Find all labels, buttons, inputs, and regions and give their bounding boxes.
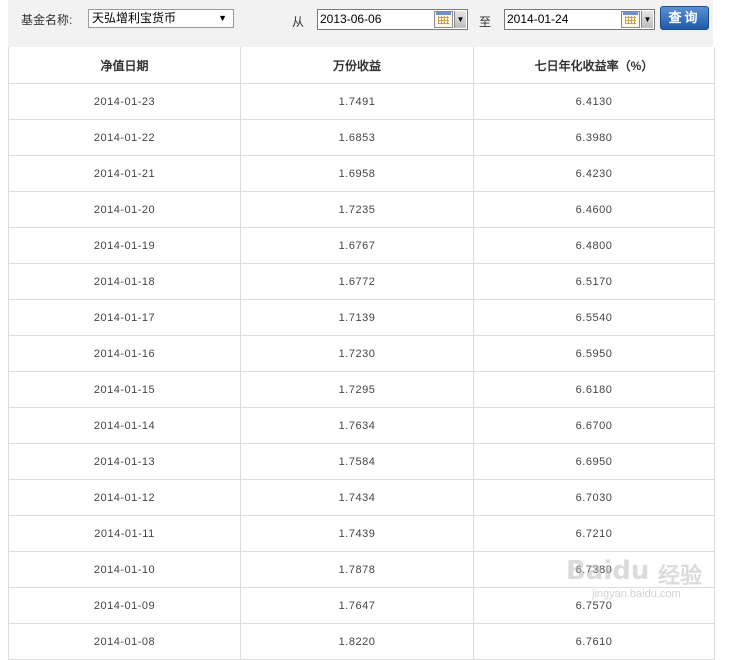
to-label: 至 (479, 15, 492, 29)
cell-date: 2014-01-20 (8, 191, 241, 228)
cell-7day-yield: 6.6180 (473, 371, 715, 408)
table-row: 2014-01-19 1.6767 6.4800 (8, 227, 715, 264)
cell-7day-yield: 6.4130 (473, 83, 715, 120)
from-label: 从 (292, 15, 305, 29)
table-row: 2014-01-08 1.8220 6.7610 (8, 623, 715, 660)
cell-per-10k-income: 1.7878 (240, 551, 474, 588)
cell-per-10k-income: 1.7235 (240, 191, 474, 228)
cell-7day-yield: 6.5950 (473, 335, 715, 372)
filter-bar: 基金名称: 天弘增利宝货币 ▼ 从 2013-06-06 ▼ 至 2014-01… (8, 0, 713, 48)
cell-date: 2014-01-19 (8, 227, 241, 264)
header-7day-yield: 七日年化收益率（%） (473, 47, 715, 84)
fund-select[interactable]: 天弘增利宝货币 ▼ (88, 9, 234, 28)
cell-per-10k-income: 1.7647 (240, 587, 474, 624)
cell-7day-yield: 6.7570 (473, 587, 715, 624)
cell-7day-yield: 6.7030 (473, 479, 715, 516)
calendar-icon[interactable] (621, 11, 640, 28)
cell-per-10k-income: 1.6767 (240, 227, 474, 264)
from-date-value: 2013-06-06 (320, 12, 382, 26)
cell-date: 2014-01-18 (8, 263, 241, 300)
table-row: 2014-01-09 1.7647 6.7570 (8, 587, 715, 624)
cell-per-10k-income: 1.8220 (240, 623, 474, 660)
cell-per-10k-income: 1.7439 (240, 515, 474, 552)
cell-date: 2014-01-23 (8, 83, 241, 120)
cell-per-10k-income: 1.6772 (240, 263, 474, 300)
cell-per-10k-income: 1.7295 (240, 371, 474, 408)
chevron-down-icon[interactable]: ▼ (641, 11, 653, 28)
table-row: 2014-01-10 1.7878 6.7380 (8, 551, 715, 588)
cell-per-10k-income: 1.7634 (240, 407, 474, 444)
cell-date: 2014-01-22 (8, 119, 241, 156)
cell-date: 2014-01-11 (8, 515, 241, 552)
header-per-10k-income: 万份收益 (240, 47, 474, 84)
cell-7day-yield: 6.4800 (473, 227, 715, 264)
cell-date: 2014-01-10 (8, 551, 241, 588)
table-row: 2014-01-17 1.7139 6.5540 (8, 299, 715, 336)
cell-date: 2014-01-16 (8, 335, 241, 372)
cell-date: 2014-01-21 (8, 155, 241, 192)
chevron-down-icon[interactable]: ▼ (454, 11, 466, 28)
cell-per-10k-income: 1.7584 (240, 443, 474, 480)
cell-7day-yield: 6.4230 (473, 155, 715, 192)
cell-date: 2014-01-14 (8, 407, 241, 444)
cell-per-10k-income: 1.7434 (240, 479, 474, 516)
fund-select-value: 天弘增利宝货币 (92, 11, 177, 25)
dropdown-arrow-icon: ▼ (218, 13, 227, 23)
table-row: 2014-01-12 1.7434 6.7030 (8, 479, 715, 516)
table-row: 2014-01-11 1.7439 6.7210 (8, 515, 715, 552)
table-row: 2014-01-21 1.6958 6.4230 (8, 155, 715, 192)
table-row: 2014-01-18 1.6772 6.5170 (8, 263, 715, 300)
cell-date: 2014-01-12 (8, 479, 241, 516)
cell-date: 2014-01-09 (8, 587, 241, 624)
cell-date: 2014-01-13 (8, 443, 241, 480)
table-row: 2014-01-20 1.7235 6.4600 (8, 191, 715, 228)
cell-per-10k-income: 1.6958 (240, 155, 474, 192)
table-row: 2014-01-15 1.7295 6.6180 (8, 371, 715, 408)
cell-per-10k-income: 1.7230 (240, 335, 474, 372)
query-button[interactable]: 查询 (660, 6, 709, 30)
cell-7day-yield: 6.4600 (473, 191, 715, 228)
cell-date: 2014-01-15 (8, 371, 241, 408)
cell-7day-yield: 6.6700 (473, 407, 715, 444)
table-row: 2014-01-13 1.7584 6.6950 (8, 443, 715, 480)
table-row: 2014-01-16 1.7230 6.5950 (8, 335, 715, 372)
cell-date: 2014-01-08 (8, 623, 241, 660)
table-row: 2014-01-14 1.7634 6.6700 (8, 407, 715, 444)
cell-per-10k-income: 1.7491 (240, 83, 474, 120)
cell-7day-yield: 6.7610 (473, 623, 715, 660)
cell-7day-yield: 6.3980 (473, 119, 715, 156)
cell-per-10k-income: 1.6853 (240, 119, 474, 156)
calendar-icon[interactable] (434, 11, 453, 28)
cell-7day-yield: 6.7210 (473, 515, 715, 552)
nav-table: 净值日期 万份收益 七日年化收益率（%） 2014-01-23 1.7491 6.4… (8, 47, 715, 660)
cell-7day-yield: 6.6950 (473, 443, 715, 480)
table-header-row: 净值日期 万份收益 七日年化收益率（%） (8, 47, 715, 84)
fund-name-label: 基金名称: (21, 13, 73, 27)
from-date-input[interactable]: 2013-06-06 ▼ (317, 9, 468, 30)
cell-per-10k-income: 1.7139 (240, 299, 474, 336)
to-date-input[interactable]: 2014-01-24 ▼ (504, 9, 655, 30)
cell-7day-yield: 6.5170 (473, 263, 715, 300)
cell-date: 2014-01-17 (8, 299, 241, 336)
cell-7day-yield: 6.7380 (473, 551, 715, 588)
to-date-value: 2014-01-24 (507, 12, 569, 26)
header-date: 净值日期 (8, 47, 241, 84)
table-row: 2014-01-22 1.6853 6.3980 (8, 119, 715, 156)
table-row: 2014-01-23 1.7491 6.4130 (8, 83, 715, 120)
cell-7day-yield: 6.5540 (473, 299, 715, 336)
